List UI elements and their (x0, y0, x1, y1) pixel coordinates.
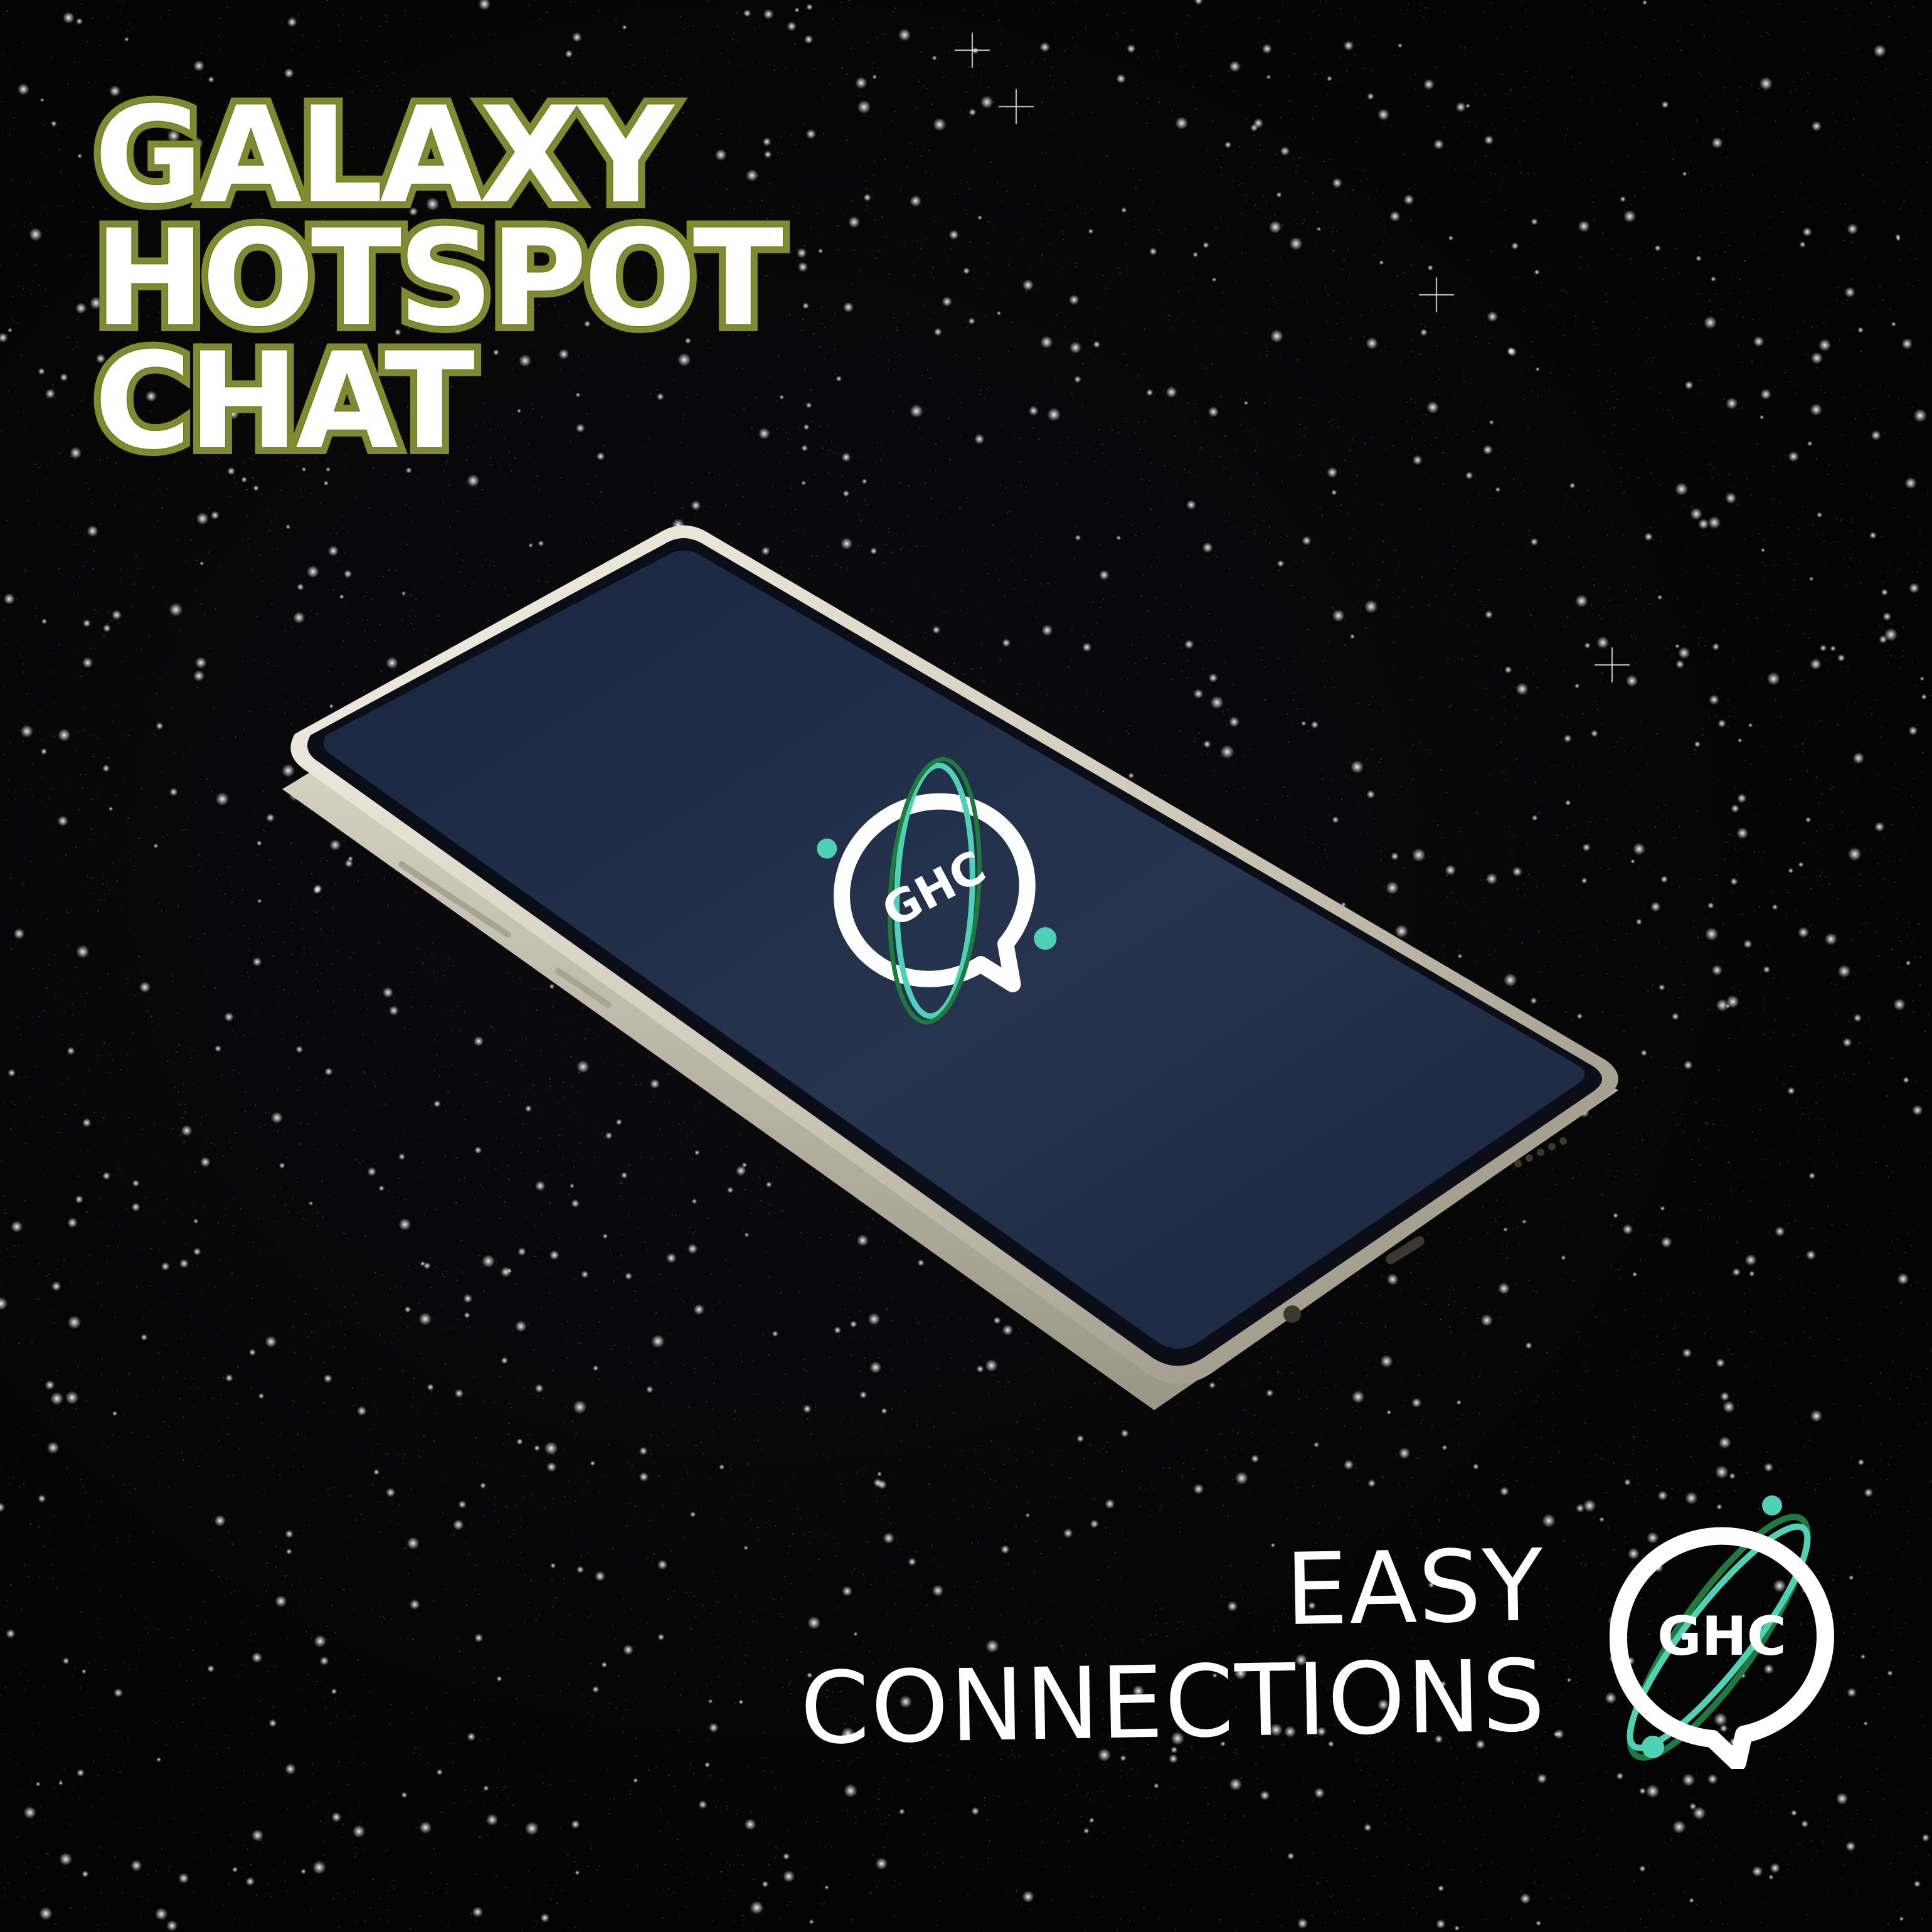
tagline-line-2: CONNECTIONS (799, 1638, 1547, 1767)
ghc-logo-icon: GHC (1609, 1495, 1834, 1769)
headphone-jack (1283, 1305, 1301, 1323)
logo-text: GHC (1657, 1605, 1786, 1668)
tagline: EASY CONNECTIONS (797, 1528, 1547, 1767)
tagline-line-1: EASY (1284, 1528, 1546, 1648)
poster: GALAXY HOTSPOT CHAT GHC EASY CONNECTIONS… (0, 0, 1932, 1932)
